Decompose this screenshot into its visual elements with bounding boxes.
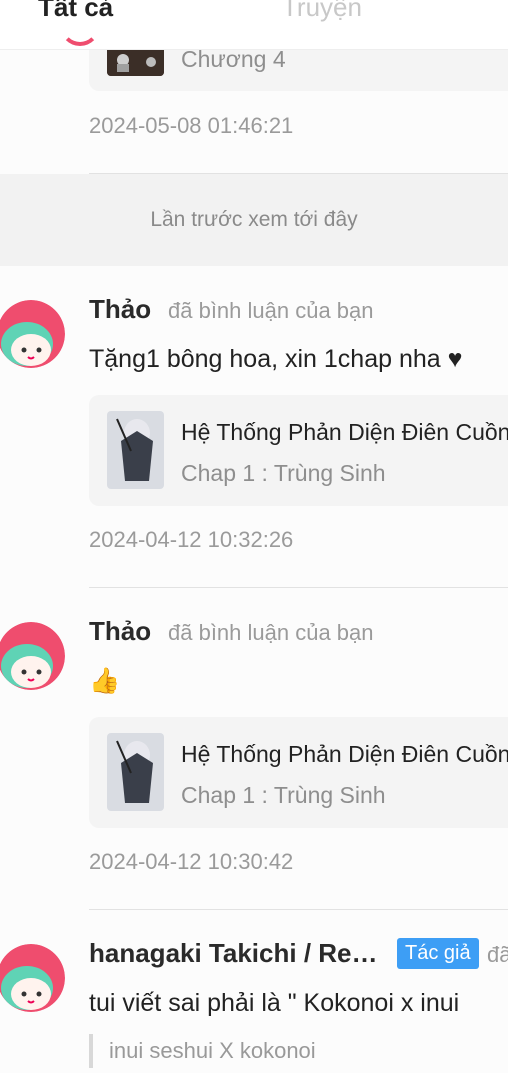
divider	[89, 909, 508, 910]
timestamp: 2024-05-08 01:46:21	[89, 113, 294, 138]
timestamp: 2024-04-12 10:32:26	[89, 527, 294, 552]
tab-stories[interactable]: Truyện	[282, 0, 362, 22]
quoted-reply: inui seshui X kokonoi	[89, 1034, 316, 1068]
tab-all[interactable]: Tất cả	[38, 0, 113, 22]
top-tab-bar: Tất cả Truyện	[0, 0, 508, 50]
commenter-name[interactable]: hanagaki Takichi / Re…	[89, 938, 378, 969]
story-card[interactable]: Hệ Thống Phản Diện Điên Cuồng Chap 1 : T…	[89, 395, 508, 506]
comment-action: đã bình luận của bạn	[168, 620, 374, 645]
story-title: Hệ Thống Phản Diện Điên Cuồng	[181, 741, 508, 767]
avatar[interactable]	[0, 300, 65, 368]
avatar[interactable]	[0, 944, 65, 1012]
story-title: Hệ Thống Phản Diện Điên Cuồng	[181, 419, 508, 445]
story-thumbnail	[107, 411, 164, 489]
comment-text: tui viết sai phải là " Kokonoi x inui	[89, 989, 460, 1017]
active-tab-indicator	[60, 26, 100, 46]
chapter-label: Chap 1 : Trùng Sinh	[181, 460, 386, 486]
story-card[interactable]: Hệ Thống Phản Diện Điên Cuồng Chap 1 : T…	[89, 717, 508, 828]
story-thumbnail	[107, 733, 164, 811]
comment-text: 👍	[89, 667, 121, 695]
divider	[89, 587, 508, 588]
chapter-label: Chương 4	[181, 46, 286, 72]
comment-text: Tặng1 bông hoa, xin 1chap nha ♥	[89, 345, 463, 373]
avatar[interactable]	[0, 622, 65, 690]
author-badge: Tác giả	[397, 938, 479, 969]
commenter-name[interactable]: Thảo	[89, 294, 151, 325]
comment-action: đã bình luận của bạn	[168, 298, 374, 323]
timestamp: 2024-04-12 10:30:42	[89, 849, 294, 874]
last-viewed-banner: Lần trước xem tới đây	[0, 174, 508, 266]
comment-action: đã	[487, 942, 508, 967]
commenter-name[interactable]: Thảo	[89, 616, 151, 647]
last-viewed-text: Lần trước xem tới đây	[150, 208, 358, 231]
chapter-label: Chap 1 : Trùng Sinh	[181, 782, 386, 808]
